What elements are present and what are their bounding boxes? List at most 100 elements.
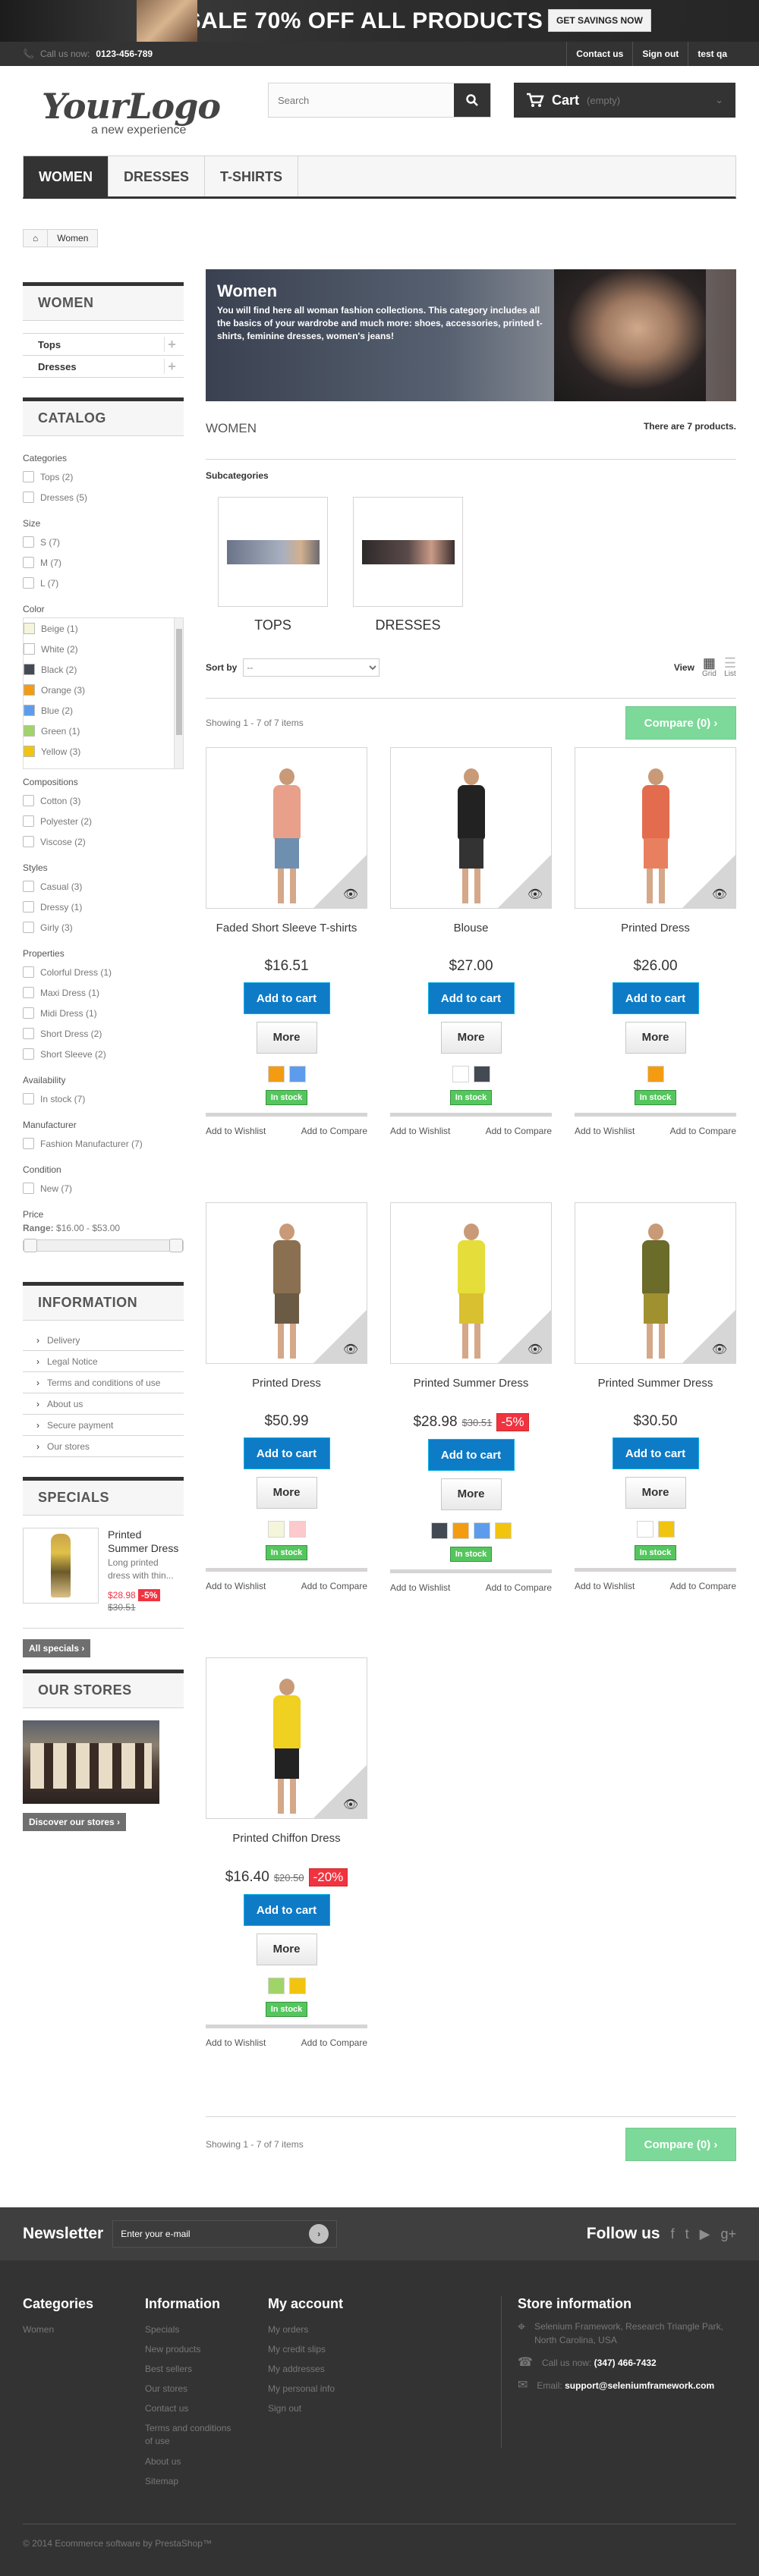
product-image[interactable]: 👁 xyxy=(390,1202,552,1364)
google-plus-icon[interactable]: g+ xyxy=(720,2226,736,2242)
submit-arrow-icon[interactable]: › xyxy=(309,2224,329,2244)
info-link-legal[interactable]: Legal Notice xyxy=(23,1351,184,1372)
newsletter-input[interactable]: Enter your e-mail › xyxy=(112,2220,338,2248)
filter-maxi-dress[interactable]: Maxi Dress (1) xyxy=(23,982,184,1003)
sign-out-link[interactable]: Sign out xyxy=(632,42,688,66)
add-to-wishlist-link[interactable]: Add to Wishlist xyxy=(575,1581,635,1591)
get-savings-button[interactable]: GET SAVINGS NOW xyxy=(548,9,651,32)
subcategory-tops[interactable]: TOPS xyxy=(218,497,328,633)
checkbox[interactable] xyxy=(23,901,34,913)
checkbox[interactable] xyxy=(23,987,34,998)
product-image[interactable]: 👁 xyxy=(206,1657,367,1819)
product-image[interactable]: 👁 xyxy=(575,747,736,909)
add-to-wishlist-link[interactable]: Add to Wishlist xyxy=(206,2037,266,2048)
add-to-cart-button[interactable]: Add to cart xyxy=(612,982,699,1014)
add-to-wishlist-link[interactable]: Add to Wishlist xyxy=(390,1126,450,1136)
color-swatch[interactable] xyxy=(24,643,35,655)
eye-icon[interactable]: 👁 xyxy=(342,1799,359,1811)
add-to-cart-button[interactable]: Add to cart xyxy=(243,982,330,1014)
color-option[interactable] xyxy=(288,1978,306,1994)
footer-link-stores[interactable]: Our stores xyxy=(145,2379,236,2399)
filter-color-3[interactable]: Orange (3) xyxy=(24,680,183,700)
search-input[interactable] xyxy=(269,83,454,117)
filter-short-sleeve[interactable]: Short Sleeve (2) xyxy=(23,1044,184,1064)
more-button[interactable]: More xyxy=(256,1934,317,1965)
youtube-icon[interactable]: ▶ xyxy=(700,2226,710,2242)
add-to-cart-button[interactable]: Add to cart xyxy=(427,982,515,1014)
list-view-button[interactable]: ☰ List xyxy=(724,656,736,678)
subcategory-image[interactable] xyxy=(353,497,463,607)
checkbox[interactable] xyxy=(23,1048,34,1060)
product-name[interactable]: Blouse xyxy=(390,920,552,953)
eye-icon[interactable]: 👁 xyxy=(711,1344,728,1356)
footer-link-best-sellers[interactable]: Best sellers xyxy=(145,2359,236,2379)
checkbox[interactable] xyxy=(23,1007,34,1019)
info-link-about[interactable]: About us xyxy=(23,1393,184,1415)
eye-icon[interactable]: 👁 xyxy=(527,1344,543,1356)
add-to-cart-button[interactable]: Add to cart xyxy=(243,1437,330,1469)
more-button[interactable]: More xyxy=(625,1477,686,1509)
footer-link-sitemap[interactable]: Sitemap xyxy=(145,2471,236,2491)
expand-icon[interactable]: + xyxy=(164,337,179,352)
product-name[interactable]: Printed Summer Dress xyxy=(390,1375,552,1409)
more-button[interactable]: More xyxy=(440,1478,502,1510)
grid-view-button[interactable]: ▦ Grid xyxy=(702,656,716,678)
color-option[interactable] xyxy=(267,1066,285,1082)
filter-viscose[interactable]: Viscose (2) xyxy=(23,831,184,852)
eye-icon[interactable]: 👁 xyxy=(342,1344,359,1356)
filter-new[interactable]: New (7) xyxy=(23,1178,184,1198)
footer-link-about[interactable]: About us xyxy=(145,2452,236,2471)
footer-link-credit-slips[interactable]: My credit slips xyxy=(268,2339,343,2359)
color-swatch[interactable] xyxy=(24,664,35,675)
slider-handle-min[interactable] xyxy=(24,1239,37,1252)
add-to-compare-link[interactable]: Add to Compare xyxy=(486,1582,552,1593)
color-swatch[interactable] xyxy=(24,725,35,737)
filter-casual[interactable]: Casual (3) xyxy=(23,876,184,897)
store-image[interactable] xyxy=(23,1720,159,1804)
product-image[interactable]: 👁 xyxy=(575,1202,736,1364)
add-to-wishlist-link[interactable]: Add to Wishlist xyxy=(390,1582,450,1593)
color-option[interactable] xyxy=(288,1521,306,1538)
checkbox[interactable] xyxy=(23,836,34,847)
color-option[interactable] xyxy=(473,1522,490,1539)
info-link-secure-payment[interactable]: Secure payment xyxy=(23,1415,184,1436)
filter-girly[interactable]: Girly (3) xyxy=(23,917,184,938)
twitter-icon[interactable]: t xyxy=(685,2226,689,2242)
more-button[interactable]: More xyxy=(256,1022,317,1054)
filter-dresses[interactable]: Dresses (5) xyxy=(23,487,184,507)
color-swatch[interactable] xyxy=(24,684,35,696)
footer-link-specials[interactable]: Specials xyxy=(145,2320,236,2339)
subcategory-dresses[interactable]: DRESSES xyxy=(353,497,463,633)
filter-color-1[interactable]: White (2) xyxy=(24,639,183,659)
color-swatch[interactable] xyxy=(24,623,35,634)
filter-colorful-dress[interactable]: Colorful Dress (1) xyxy=(23,962,184,982)
footer-link-personal-info[interactable]: My personal info xyxy=(268,2379,343,2399)
checkbox[interactable] xyxy=(23,881,34,892)
add-to-wishlist-link[interactable]: Add to Wishlist xyxy=(206,1126,266,1136)
product-name[interactable]: Printed Dress xyxy=(575,920,736,953)
compare-button-bottom[interactable]: Compare (0) › xyxy=(625,2128,736,2161)
add-to-compare-link[interactable]: Add to Compare xyxy=(670,1581,736,1591)
account-link[interactable]: test qa xyxy=(688,42,736,66)
filter-in-stock[interactable]: In stock (7) xyxy=(23,1089,184,1109)
color-option[interactable] xyxy=(288,1066,306,1082)
info-link-delivery[interactable]: Delivery xyxy=(23,1330,184,1351)
product-image[interactable]: 👁 xyxy=(206,747,367,909)
sort-select[interactable]: -- xyxy=(243,658,380,677)
search-button[interactable] xyxy=(454,83,490,117)
filter-color-2[interactable]: Black (2) xyxy=(24,659,183,680)
filter-cotton[interactable]: Cotton (3) xyxy=(23,790,184,811)
all-specials-button[interactable]: All specials › xyxy=(23,1639,91,1657)
checkbox[interactable] xyxy=(23,557,34,568)
product-name[interactable]: Printed Dress xyxy=(206,1375,367,1409)
color-option[interactable] xyxy=(452,1066,469,1082)
special-product-name[interactable]: Printed Summer Dress xyxy=(108,1528,182,1555)
color-option[interactable] xyxy=(452,1522,469,1539)
footer-link-women[interactable]: Women xyxy=(23,2320,93,2339)
filter-color-0[interactable]: Beige (1) xyxy=(24,618,183,639)
category-tops[interactable]: Tops + xyxy=(23,334,184,356)
color-option[interactable] xyxy=(473,1066,490,1082)
compare-button[interactable]: Compare (0) › xyxy=(625,706,736,740)
checkbox[interactable] xyxy=(23,536,34,548)
email-link[interactable]: support@seleniumframework.com xyxy=(565,2380,714,2391)
